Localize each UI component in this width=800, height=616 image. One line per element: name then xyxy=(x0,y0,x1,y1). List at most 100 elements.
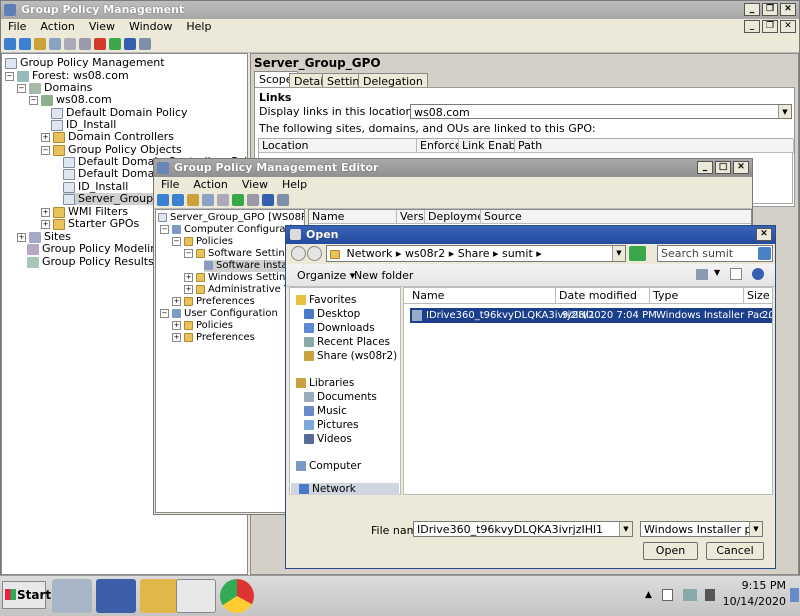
child-close-button[interactable]: ✕ xyxy=(780,20,796,33)
forward-button[interactable] xyxy=(307,246,322,261)
network-tray-icon[interactable] xyxy=(683,589,697,601)
server-manager-icon[interactable] xyxy=(52,579,92,613)
tray-expand-icon[interactable]: ▲ xyxy=(645,590,652,600)
filename-input[interactable]: IDrive360_t96kvyDLQKA3ivrjzIHl1 ▼ xyxy=(413,521,633,537)
organize-button[interactable]: Organize ▾ xyxy=(297,269,355,282)
open-button[interactable]: Open xyxy=(643,542,698,560)
nav-share[interactable]: Share (ws08r2) xyxy=(304,350,397,362)
col-name[interactable]: Name xyxy=(404,288,556,304)
gpme-col-source[interactable]: Source xyxy=(481,210,751,224)
nav-libraries[interactable]: Libraries xyxy=(296,377,354,389)
forward-icon[interactable] xyxy=(19,38,31,50)
clock-time[interactable]: 9:15 PM xyxy=(730,579,786,592)
export-icon[interactable] xyxy=(217,194,229,206)
delete-icon[interactable] xyxy=(94,38,106,50)
new-folder-button[interactable]: New folder xyxy=(354,269,413,282)
nav-favorites[interactable]: Favorites xyxy=(296,294,356,306)
tree-starter-gpos[interactable]: + Starter GPOs xyxy=(41,218,139,230)
up-icon[interactable] xyxy=(34,38,46,50)
gpme-titlebar[interactable]: Group Policy Management Editor _ □ ✕ xyxy=(154,159,752,177)
tree-domain-controllers[interactable]: + Domain Controllers xyxy=(41,131,174,143)
chrome-icon[interactable] xyxy=(220,579,254,613)
nav-videos[interactable]: Videos xyxy=(304,433,352,445)
volume-icon[interactable] xyxy=(705,589,715,601)
nav-recent[interactable]: Recent Places xyxy=(304,336,390,348)
tab-delegation[interactable]: Delegation xyxy=(358,73,428,88)
gpm-titlebar[interactable]: Group Policy Management _ ❐ ✕ xyxy=(1,1,799,19)
gpme-tree-software-settings[interactable]: − Software Settings xyxy=(184,248,296,260)
tree-root[interactable]: Group Policy Management xyxy=(5,57,165,69)
help-icon[interactable] xyxy=(752,268,764,280)
gpme-col-deployment[interactable]: Deployment... xyxy=(425,210,481,224)
gpme-tree-user[interactable]: − User Configuration xyxy=(160,308,278,320)
nav-network[interactable]: Network xyxy=(291,483,399,495)
collapse-icon[interactable]: − xyxy=(160,308,169,318)
child-minimize-button[interactable]: _ xyxy=(744,20,760,33)
gpme-tree-user-preferences[interactable]: + Preferences xyxy=(172,332,255,344)
search-input[interactable]: Search sumit xyxy=(657,245,773,262)
crumb-sumit[interactable]: sumit xyxy=(502,247,533,260)
gpme-tree-computer[interactable]: − Computer Configuration xyxy=(160,224,304,236)
group-policy-taskbar-icon[interactable] xyxy=(176,579,216,613)
child-restore-button[interactable]: ❐ xyxy=(762,20,778,33)
col-location[interactable]: Location xyxy=(259,139,417,153)
paste-icon[interactable] xyxy=(79,38,91,50)
gpme-tree-policies[interactable]: − Policies xyxy=(172,236,233,248)
back-icon[interactable] xyxy=(157,194,169,206)
open-close-button[interactable]: ✕ xyxy=(756,228,772,241)
gpme-menu-view[interactable]: View xyxy=(235,177,275,193)
expand-icon[interactable]: + xyxy=(184,284,193,294)
menu-file[interactable]: File xyxy=(1,19,33,35)
expand-icon[interactable]: + xyxy=(41,207,50,217)
gpme-close-button[interactable]: ✕ xyxy=(733,161,749,174)
menu-help[interactable]: Help xyxy=(179,19,218,35)
start-button[interactable]: Start xyxy=(2,581,51,609)
gpme-menu-help[interactable]: Help xyxy=(275,177,314,193)
table-row[interactable]: IDrive360_t96kvyDLQKA3ivrjzIHl1 9/28/202… xyxy=(410,308,772,323)
back-button[interactable] xyxy=(291,246,306,261)
expand-icon[interactable]: + xyxy=(172,332,181,342)
nav-music[interactable]: Music xyxy=(304,405,347,417)
gpme-menu-file[interactable]: File xyxy=(154,177,186,193)
col-path[interactable]: Path xyxy=(515,139,794,153)
expand-icon[interactable]: + xyxy=(172,296,181,306)
menu-window[interactable]: Window xyxy=(122,19,179,35)
copy-icon[interactable] xyxy=(64,38,76,50)
chevron-down-icon[interactable]: ▼ xyxy=(749,522,762,536)
col-date-modified[interactable]: Date modified xyxy=(556,288,650,304)
nav-desktop[interactable]: Desktop xyxy=(304,308,360,320)
flag-icon[interactable] xyxy=(662,589,673,601)
show-hide-tree-icon[interactable] xyxy=(202,194,214,206)
expand-icon[interactable]: + xyxy=(41,132,50,142)
chevron-down-icon[interactable]: ▼ xyxy=(612,246,625,261)
collapse-icon[interactable]: − xyxy=(29,95,38,105)
expand-icon[interactable]: + xyxy=(184,272,193,282)
forward-icon[interactable] xyxy=(172,194,184,206)
back-icon[interactable] xyxy=(4,38,16,50)
show-desktop-button[interactable] xyxy=(790,588,799,602)
up-icon[interactable] xyxy=(187,194,199,206)
properties-icon[interactable] xyxy=(139,38,151,50)
crumb-ws08r2[interactable]: ws08r2 xyxy=(405,247,445,260)
explorer-folder-icon[interactable] xyxy=(140,579,180,613)
collapse-icon[interactable]: − xyxy=(172,236,181,246)
preview-pane-icon[interactable] xyxy=(730,268,742,280)
gpme-tree-user-policies[interactable]: + Policies xyxy=(172,320,233,332)
help-icon[interactable] xyxy=(124,38,136,50)
help-icon[interactable] xyxy=(262,194,274,206)
gpme-minimize-button[interactable]: _ xyxy=(697,161,713,174)
nav-computer[interactable]: Computer xyxy=(296,460,361,472)
chevron-down-icon[interactable]: ▼ xyxy=(619,522,632,536)
properties-icon[interactable] xyxy=(277,194,289,206)
collapse-icon[interactable]: − xyxy=(41,145,50,155)
gpme-menu-action[interactable]: Action xyxy=(186,177,234,193)
col-link-enabled[interactable]: Link Enabled xyxy=(459,139,515,153)
collapse-icon[interactable]: − xyxy=(184,248,193,258)
menu-action[interactable]: Action xyxy=(33,19,81,35)
show-hide-tree-icon[interactable] xyxy=(49,38,61,50)
location-select[interactable]: ws08.com ▼ xyxy=(410,104,792,119)
open-titlebar[interactable]: Open ✕ xyxy=(286,226,775,244)
gpme-tree-root[interactable]: Server_Group_GPO [WS08R2.WS08.COM] Polic… xyxy=(158,212,304,224)
expand-icon[interactable]: + xyxy=(17,232,26,242)
expand-icon[interactable]: + xyxy=(41,219,50,229)
